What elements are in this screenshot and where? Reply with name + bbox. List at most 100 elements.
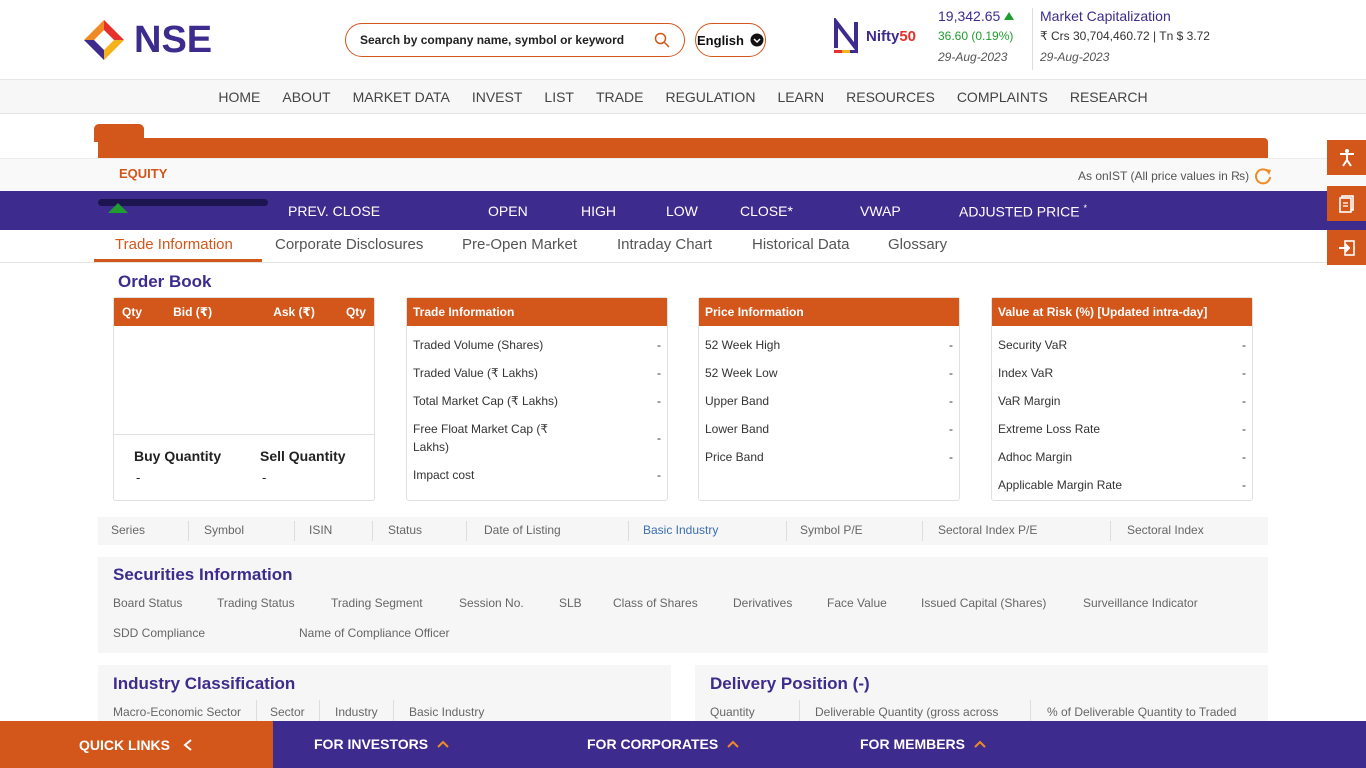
language-select[interactable]: English: [695, 23, 766, 57]
chevron-up-icon: [727, 740, 739, 748]
search-icon[interactable]: [654, 32, 670, 48]
tab-intraday-chart[interactable]: Intraday Chart: [617, 236, 712, 253]
nav-invest[interactable]: INVEST: [461, 89, 534, 105]
info-basic-industry[interactable]: Basic Industry: [643, 523, 718, 537]
buy-quantity-label: Buy Quantity: [134, 448, 222, 464]
for-members-label: FOR MEMBERS: [860, 736, 965, 752]
divider: [628, 521, 629, 541]
order-book-divider: [114, 434, 374, 435]
var-row: VaR Margin -: [998, 394, 1246, 408]
adjusted-price-header: ADJUSTED PRICE *: [959, 203, 1087, 220]
sec-class-of-shares: Class of Shares: [613, 596, 698, 610]
sec-issued-capital: Issued Capital (Shares): [921, 596, 1047, 610]
nav-learn[interactable]: LEARN: [766, 89, 835, 105]
nav-complaints[interactable]: COMPLAINTS: [946, 89, 1059, 105]
quick-links-button[interactable]: QUICK LINKS: [0, 721, 273, 768]
price-info-row: 52 Week High -: [705, 338, 953, 352]
search-input[interactable]: [360, 33, 654, 47]
info-symbol-pe: Symbol P/E: [800, 523, 863, 537]
info-sectoral-index: Sectoral Index: [1127, 523, 1204, 537]
chevron-up-icon: [974, 740, 986, 748]
nifty-value: 19,342.65: [938, 8, 1001, 24]
order-book-panel: Qty Bid (₹) Ask (₹) Qty Buy Quantity Sel…: [113, 297, 375, 501]
ind-basic-industry: Basic Industry: [409, 705, 485, 719]
documents-button[interactable]: [1327, 186, 1366, 221]
main-nav: HOME ABOUT MARKET DATA INVEST LIST TRADE…: [0, 80, 1366, 114]
info-status: Status: [388, 523, 423, 537]
nse-logo[interactable]: NSE: [82, 16, 222, 64]
del-deliverable-qty: Deliverable Quantity (gross across: [815, 705, 999, 719]
var-row: Adhoc Margin -: [998, 450, 1246, 464]
price-info-row: Price Band -: [705, 450, 953, 464]
nav-home[interactable]: HOME: [207, 89, 271, 105]
nav-regulation[interactable]: REGULATION: [654, 89, 766, 105]
login-button[interactable]: [1327, 230, 1366, 265]
nifty-n-icon: [834, 18, 858, 54]
value-at-risk-panel: Value at Risk (%) [Updated intra-day] Se…: [991, 297, 1253, 501]
market-cap-date: 29-Aug-2023: [1040, 50, 1110, 64]
for-investors-button[interactable]: FOR INVESTORS: [314, 736, 450, 752]
price-info-row: 52 Week Low -: [705, 366, 953, 380]
up-arrow-icon: [1004, 12, 1015, 20]
sell-quantity-value: -: [262, 470, 267, 485]
nifty50-logo[interactable]: Nifty50: [832, 16, 927, 56]
divider: [294, 521, 295, 541]
order-book-title: Order Book: [118, 272, 212, 291]
as-on-text: As onIST (All price values in ₨): [1078, 169, 1250, 183]
buy-quantity-value: -: [136, 470, 141, 485]
trade-information-header: Trade Information: [407, 298, 667, 326]
nav-resources[interactable]: RESOURCES: [835, 89, 946, 105]
login-icon: [1338, 239, 1355, 256]
refresh-icon[interactable]: [1253, 166, 1273, 186]
divider: [786, 521, 787, 541]
nav-research[interactable]: RESEARCH: [1059, 89, 1159, 105]
for-corporates-button[interactable]: FOR CORPORATES: [587, 736, 740, 752]
price-info-row: Lower Band -: [705, 422, 953, 436]
nifty-date: 29-Aug-2023: [938, 50, 1008, 64]
delivery-position-title: Delivery Position (-): [710, 674, 870, 693]
language-value: English: [697, 32, 744, 48]
chevron-up-icon: [437, 740, 449, 748]
trade-info-row: Traded Value (₹ Lakhs) -: [413, 366, 661, 380]
divider: [256, 700, 257, 722]
search-box[interactable]: [345, 23, 685, 57]
tab-corporate-disclosures[interactable]: Corporate Disclosures: [275, 236, 423, 253]
quick-links-label: QUICK LINKS: [79, 736, 170, 753]
nav-trade[interactable]: TRADE: [585, 89, 654, 105]
nifty-quote[interactable]: 19,342.65 36.60 (0.19%) 29-Aug-2023: [938, 8, 1028, 64]
nav-list[interactable]: LIST: [533, 89, 585, 105]
nse-logo-icon: [84, 20, 124, 60]
col-bid: Bid (₹): [173, 305, 213, 319]
document-icon: [1338, 194, 1354, 213]
for-members-button[interactable]: FOR MEMBERS: [860, 736, 987, 752]
info-series: Series: [111, 523, 146, 537]
sec-derivatives: Derivatives: [733, 596, 793, 610]
nav-about[interactable]: ABOUT: [271, 89, 341, 105]
tab-trade-information[interactable]: Trade Information: [115, 236, 233, 253]
var-row: Security VaR -: [998, 338, 1246, 352]
close-header: CLOSE*: [740, 203, 793, 219]
col-qty-bid: Qty: [122, 305, 143, 319]
active-tab-indicator: [94, 259, 262, 262]
tab-glossary[interactable]: Glossary: [888, 236, 947, 253]
divider: [466, 521, 467, 541]
sec-compliance-officer: Name of Compliance Officer: [299, 626, 450, 640]
var-row: Applicable Margin Rate -: [998, 478, 1246, 492]
nav-market-data[interactable]: MARKET DATA: [342, 89, 461, 105]
sec-trading-status: Trading Status: [217, 596, 295, 610]
header-divider: [1032, 8, 1033, 70]
tab-pre-open-market[interactable]: Pre-Open Market: [462, 236, 577, 253]
trade-info-row: Total Market Cap (₹ Lakhs) -: [413, 394, 661, 408]
divider: [1030, 700, 1031, 722]
trade-information-panel: Trade Information Traded Volume (Shares)…: [406, 297, 668, 501]
sec-trading-segment: Trading Segment: [331, 596, 423, 610]
sell-quantity-label: Sell Quantity: [260, 448, 346, 464]
as-on-info: As onIST (All price values in ₨): [1078, 166, 1273, 186]
open-header: OPEN: [488, 203, 528, 219]
accessibility-button[interactable]: [1327, 140, 1366, 175]
divider: [188, 521, 189, 541]
info-isin: ISIN: [309, 523, 333, 537]
chevron-down-icon: [750, 33, 764, 47]
tab-historical-data[interactable]: Historical Data: [752, 236, 850, 253]
price-info-row: Upper Band -: [705, 394, 953, 408]
